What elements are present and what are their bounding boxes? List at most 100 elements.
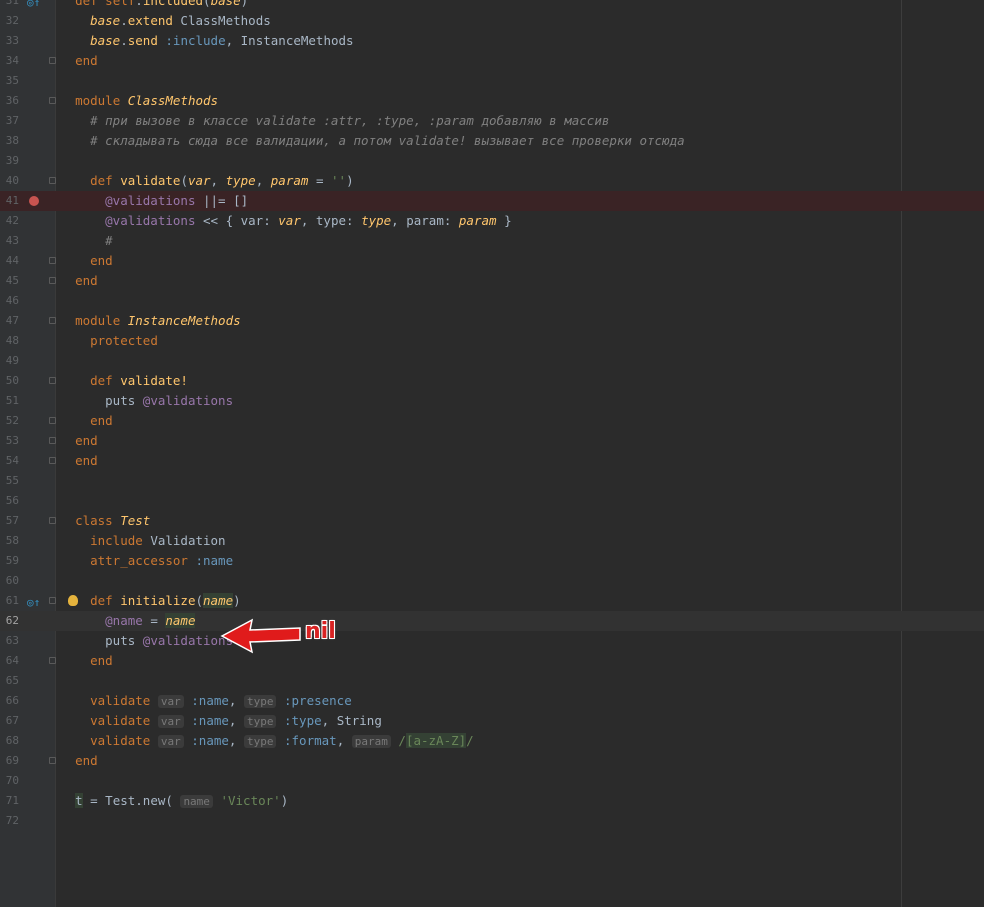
fold-toggle-icon[interactable] [49, 257, 56, 264]
code-line[interactable]: 50 def validate! [0, 371, 984, 391]
code-line[interactable]: 44 end [0, 251, 984, 271]
code-text: # [105, 233, 113, 248]
code-line[interactable]: 42 @validations << { var: var, type: typ… [0, 211, 984, 231]
code-line[interactable]: 66 validate var :name, type :presence [0, 691, 984, 711]
code-text: def validate(var, type, param = '') [90, 173, 354, 188]
fold-toggle-icon[interactable] [49, 597, 56, 604]
code-text: attr_accessor :name [90, 553, 234, 568]
line-number: 56 [5, 494, 19, 507]
code-line[interactable]: 48 protected [0, 331, 984, 351]
line-number: 34 [5, 54, 19, 67]
code-line[interactable]: 32 base.extend ClassMethods [0, 11, 984, 31]
code-line[interactable]: 51 puts @validations [0, 391, 984, 411]
code-line[interactable]: 46 [0, 291, 984, 311]
fold-toggle-icon[interactable] [49, 457, 56, 464]
code-text: include Validation [90, 533, 226, 548]
code-line[interactable]: 58 include Validation [0, 531, 984, 551]
code-line[interactable]: 61 ◎↑ def initialize(name) [0, 591, 984, 611]
fold-toggle-icon[interactable] [49, 177, 56, 184]
annotation-label: nil [305, 619, 336, 644]
line-number: 60 [5, 574, 19, 587]
fold-toggle-icon[interactable] [49, 517, 56, 524]
fold-toggle-icon[interactable] [49, 317, 56, 324]
line-number: 71 [5, 794, 19, 807]
code-line[interactable]: 67 validate var :name, type :type, Strin… [0, 711, 984, 731]
line-number: 58 [5, 534, 19, 547]
line-number: 43 [5, 234, 19, 247]
fold-toggle-icon[interactable] [49, 657, 56, 664]
code-line[interactable]: 36 module ClassMethods [0, 91, 984, 111]
line-number: 45 [5, 274, 19, 287]
line-number: 41 [5, 194, 19, 207]
code-line[interactable]: 56 [0, 491, 984, 511]
line-number: 40 [5, 174, 19, 187]
line-number: 36 [5, 94, 19, 107]
line-number: 55 [5, 474, 19, 487]
code-line[interactable]: 62 @name = name [0, 611, 984, 631]
fold-toggle-icon[interactable] [49, 277, 56, 284]
fold-toggle-icon[interactable] [49, 417, 56, 424]
code-line[interactable]: 47 module InstanceMethods [0, 311, 984, 331]
code-text: end [75, 273, 98, 288]
code-text: validate var :name, type :format, param … [90, 733, 474, 748]
code-text: base.extend ClassMethods [90, 13, 271, 28]
code-line[interactable]: 40 def validate(var, type, param = '') [0, 171, 984, 191]
intention-bulb-icon[interactable] [68, 595, 78, 606]
breakpoint-icon[interactable] [29, 196, 39, 206]
code-line[interactable]: 35 [0, 71, 984, 91]
code-line[interactable]: 33 base.send :include, InstanceMethods [0, 31, 984, 51]
fold-toggle-icon[interactable] [49, 437, 56, 444]
code-line[interactable]: 70 [0, 771, 984, 791]
code-text: protected [90, 333, 158, 348]
line-number: 51 [5, 394, 19, 407]
fold-toggle-icon[interactable] [49, 97, 56, 104]
annotation-arrow [220, 618, 301, 654]
line-number: 32 [5, 14, 19, 27]
line-number: 33 [5, 34, 19, 47]
code-line[interactable]: 38 # складывать сюда все валидации, а по… [0, 131, 984, 151]
fold-toggle-icon[interactable] [49, 377, 56, 384]
line-number: 59 [5, 554, 19, 567]
line-number: 44 [5, 254, 19, 267]
code-text: puts @validations [60, 633, 234, 648]
fold-toggle-icon[interactable] [49, 57, 56, 64]
code-line[interactable]: 54 end [0, 451, 984, 471]
code-text: end [75, 453, 98, 468]
code-line[interactable]: 71 t = Test.new( name 'Victor') [0, 791, 984, 811]
code-line[interactable]: 55 [0, 471, 984, 491]
code-line[interactable]: 69 end [0, 751, 984, 771]
line-number: 47 [5, 314, 19, 327]
code-line[interactable]: 65 [0, 671, 984, 691]
line-number: 35 [5, 74, 19, 87]
code-line[interactable]: 45 end [0, 271, 984, 291]
code-line[interactable]: 59 attr_accessor :name [0, 551, 984, 571]
code-line[interactable]: 60 [0, 571, 984, 591]
code-line[interactable]: 72 [0, 811, 984, 831]
fold-toggle-icon[interactable] [49, 757, 56, 764]
code-text: @validations ||= [] [105, 193, 249, 208]
code-line[interactable]: 52 end [0, 411, 984, 431]
code-line[interactable]: 34 end [0, 51, 984, 71]
code-text: validate var :name, type :type, String [90, 713, 382, 728]
code-line[interactable]: 57 class Test [0, 511, 984, 531]
line-number: 48 [5, 334, 19, 347]
code-line[interactable]: 43 # [0, 231, 984, 251]
code-line[interactable]: 64 end [0, 651, 984, 671]
code-line[interactable]: 37 # при вызове в классе validate :attr,… [0, 111, 984, 131]
code-line[interactable]: 39 [0, 151, 984, 171]
code-line[interactable]: 41 @validations ||= [] [0, 191, 984, 211]
code-line[interactable]: 63 puts @validations [0, 631, 984, 651]
code-line[interactable]: 49 [0, 351, 984, 371]
override-marker-icon[interactable]: ◎↑ [27, 593, 40, 613]
code-line[interactable]: 53 end [0, 431, 984, 451]
line-number: 50 [5, 374, 19, 387]
code-text: end [75, 753, 98, 768]
code-line[interactable]: 31 ◎↑ def self.included(base) [0, 0, 984, 11]
line-number: 49 [5, 354, 19, 367]
code-line[interactable]: 68 validate var :name, type :format, par… [0, 731, 984, 751]
